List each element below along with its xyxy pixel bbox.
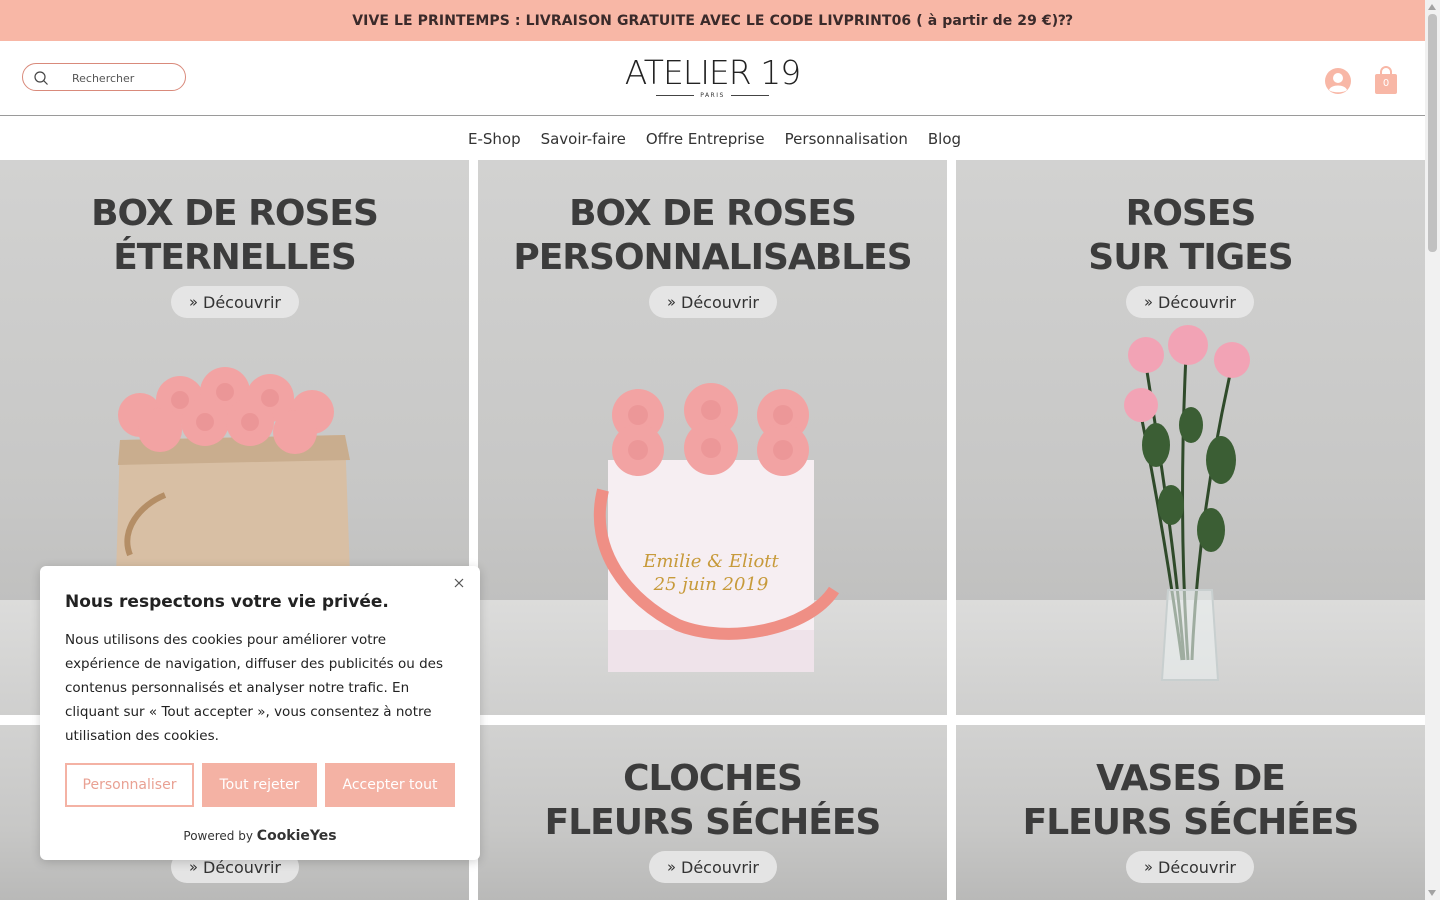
scroll-up-arrow-icon[interactable] [1428, 4, 1436, 10]
tile-title: ROSES SUR TIGES [1088, 193, 1293, 278]
chevron-double-right-icon: ›› [667, 293, 676, 311]
search-input[interactable] [72, 68, 180, 88]
close-icon[interactable] [452, 576, 466, 590]
page: VIVE LE PRINTEMPS : LIVRAISON GRATUITE A… [0, 0, 1440, 900]
site-header: ATELIER 19 PARIS 0 [0, 41, 1425, 116]
cart-button[interactable]: 0 [1374, 66, 1398, 95]
tile-title: VASES DE FLEURS SÉCHÉES [1022, 758, 1360, 843]
customize-button[interactable]: Personnaliser [65, 763, 194, 807]
tile-vases-fleurs-sechees[interactable]: VASES DE FLEURS SÉCHÉES ›› Découvrir [956, 725, 1425, 900]
nav-item-personnalisation[interactable]: Personnalisation [785, 130, 908, 148]
discover-button[interactable]: ›› Découvrir [1126, 851, 1254, 883]
logo-wordmark: ATELIER 19 [624, 53, 801, 92]
cookie-consent-dialog: Nous respectons votre vie privée. Nous u… [40, 566, 480, 860]
accept-all-button[interactable]: Accepter tout [325, 763, 455, 807]
chevron-double-right-icon: ›› [1144, 858, 1153, 876]
discover-button[interactable]: ›› Découvrir [1126, 286, 1254, 318]
cart-count: 0 [1382, 78, 1390, 89]
nav-item-offre-entreprise[interactable]: Offre Entreprise [646, 130, 765, 148]
promo-banner: VIVE LE PRINTEMPS : LIVRAISON GRATUITE A… [0, 0, 1425, 41]
tile-box-roses-personnalisables[interactable]: Emilie & Eliott 25 juin 2019 BOX DE ROSE… [478, 160, 947, 715]
cookie-description: Nous utilisons des cookies pour améliore… [65, 632, 443, 744]
nav-item-savoir-faire[interactable]: Savoir-faire [541, 130, 626, 148]
main-nav: E-Shop Savoir-faire Offre Entreprise Per… [0, 117, 1425, 160]
nav-item-eshop[interactable]: E-Shop [468, 130, 521, 148]
promo-text: VIVE LE PRINTEMPS : LIVRAISON GRATUITE A… [352, 12, 1073, 29]
tile-title: CLOCHES FLEURS SÉCHÉES [544, 758, 882, 843]
box-engraving-line-1: Emilie & Eliott [643, 551, 779, 572]
cookieyes-logo[interactable]: CookieYes [257, 828, 337, 844]
cookie-title: Nous respectons votre vie privée. [65, 592, 389, 612]
scroll-thumb[interactable] [1428, 14, 1437, 252]
logo-subtitle: PARIS [700, 92, 725, 99]
chevron-double-right-icon: ›› [189, 858, 198, 876]
tile-title: BOX DE ROSES PERSONNALISABLES [513, 193, 912, 278]
powered-by-label: Powered by [183, 829, 253, 843]
search-icon[interactable] [33, 70, 49, 86]
logo-tagline: PARIS [600, 92, 825, 99]
scroll-down-arrow-icon[interactable] [1428, 890, 1436, 896]
chevron-double-right-icon: ›› [667, 858, 676, 876]
chevron-double-right-icon: ›› [1144, 293, 1153, 311]
nav-item-blog[interactable]: Blog [928, 130, 961, 148]
search-box[interactable] [22, 63, 186, 91]
tile-cloches-fleurs-sechees[interactable]: CLOCHES FLEURS SÉCHÉES ›› Découvrir [478, 725, 947, 900]
box-engraving-line-2: 25 juin 2019 [653, 574, 769, 595]
account-icon[interactable] [1324, 67, 1352, 95]
discover-button[interactable]: ›› Découvrir [649, 851, 777, 883]
discover-button[interactable]: ›› Découvrir [649, 286, 777, 318]
reject-all-button[interactable]: Tout rejeter [202, 763, 317, 807]
page-scrollbar[interactable] [1425, 0, 1440, 900]
powered-by: Powered by CookieYes [40, 828, 480, 844]
tile-roses-sur-tiges[interactable]: ROSES SUR TIGES ›› Découvrir [956, 160, 1425, 715]
brand-logo[interactable]: ATELIER 19 PARIS [600, 55, 825, 105]
